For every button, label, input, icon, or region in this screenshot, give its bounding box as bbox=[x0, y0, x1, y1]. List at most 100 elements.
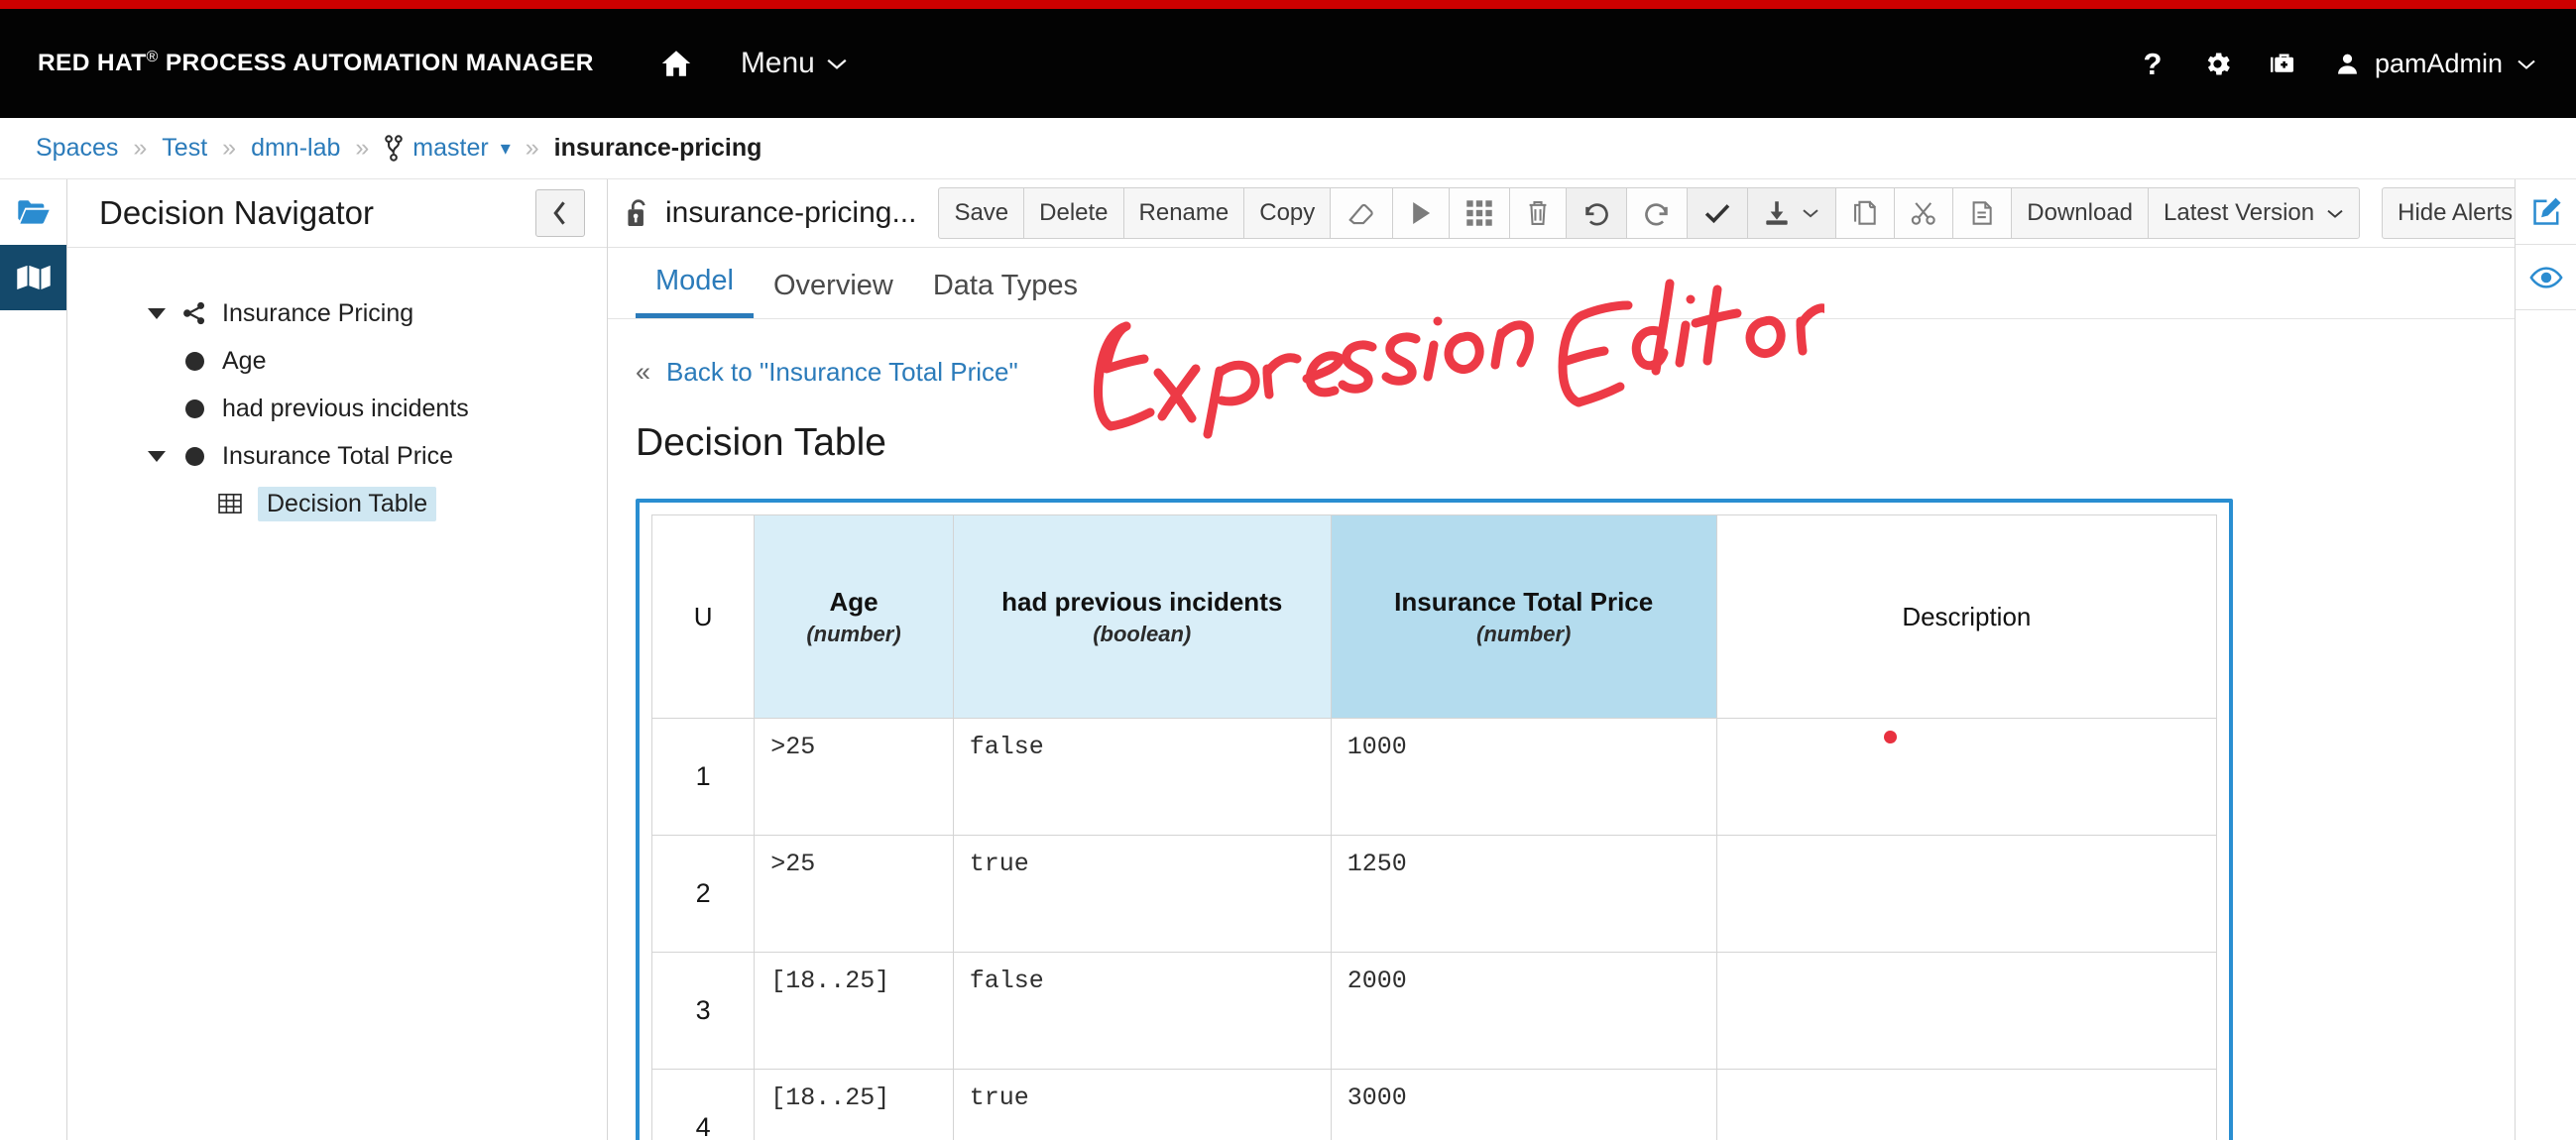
grid-dots-icon[interactable] bbox=[1449, 187, 1510, 239]
eraser-icon[interactable] bbox=[1330, 187, 1393, 239]
tree-item-insurance-total-price[interactable]: Insurance Total Price bbox=[67, 432, 607, 480]
tree-item-had-previous-incidents[interactable]: had previous incidents bbox=[67, 385, 607, 432]
cell-description[interactable] bbox=[1715, 718, 2218, 836]
cell-age[interactable]: >25 bbox=[754, 835, 954, 953]
product-brand: RED HAT® PROCESS AUTOMATION MANAGER bbox=[38, 49, 594, 77]
scissors-icon[interactable] bbox=[1894, 187, 1953, 239]
version-label: Latest Version bbox=[2164, 199, 2315, 226]
redo-icon[interactable] bbox=[1626, 187, 1688, 239]
decision-table-body: 1 >25 false 1000 2 >25 true 1250 3 [18..… bbox=[650, 718, 2218, 1140]
rename-button[interactable]: Rename bbox=[1122, 187, 1244, 239]
table-grid-icon bbox=[210, 493, 250, 514]
decision-table-container[interactable]: U Age (number) had previous incidents (b… bbox=[636, 499, 2233, 1140]
table-row: 1 >25 false 1000 bbox=[650, 718, 2218, 836]
tab-data-types[interactable]: Data Types bbox=[913, 270, 1098, 318]
cell-had-previous-incidents[interactable]: false bbox=[952, 952, 1332, 1070]
right-rail bbox=[2515, 179, 2576, 1140]
briefcase-medical-icon[interactable] bbox=[2251, 34, 2316, 93]
row-number[interactable]: 1 bbox=[650, 718, 756, 836]
lock-open-icon bbox=[626, 197, 651, 229]
menu-button[interactable]: Menu bbox=[741, 47, 848, 80]
cell-age[interactable]: [18..25] bbox=[754, 1069, 954, 1140]
circle-icon bbox=[175, 399, 214, 418]
rail-item-edit-properties[interactable] bbox=[2516, 179, 2576, 245]
copy-button[interactable]: Copy bbox=[1243, 187, 1331, 239]
gear-icon[interactable] bbox=[2185, 34, 2251, 93]
tree-item-insurance-pricing[interactable]: Insurance Pricing bbox=[67, 289, 607, 337]
decision-table-header: U Age (number) had previous incidents (b… bbox=[650, 514, 2218, 719]
rail-item-decision-navigator[interactable] bbox=[0, 245, 66, 310]
save-button[interactable]: Save bbox=[938, 187, 1024, 239]
column-header-had-previous-incidents[interactable]: had previous incidents (boolean) bbox=[952, 514, 1332, 719]
delete-button[interactable]: Delete bbox=[1023, 187, 1123, 239]
editor-toolbar: insurance-pricing... Save Delete Rename … bbox=[608, 179, 2576, 248]
home-icon[interactable] bbox=[659, 47, 693, 80]
breadcrumb-separator: » bbox=[525, 134, 539, 162]
download-save-icon[interactable] bbox=[1747, 187, 1836, 239]
help-icon[interactable]: ? bbox=[2120, 34, 2185, 93]
editor-alert-actions: Hide Alerts bbox=[2382, 187, 2529, 239]
expand-toggle-icon[interactable] bbox=[139, 450, 175, 462]
breadcrumb-item-test[interactable]: Test bbox=[162, 134, 207, 163]
collapse-panel-button[interactable] bbox=[535, 189, 585, 237]
user-name: pamAdmin bbox=[2374, 48, 2503, 78]
brand-product: PROCESS AUTOMATION MANAGER bbox=[165, 50, 594, 77]
chevron-down-icon bbox=[1803, 209, 1818, 218]
breadcrumb-item-spaces[interactable]: Spaces bbox=[36, 134, 118, 163]
tab-model[interactable]: Model bbox=[636, 265, 754, 318]
breadcrumb-item-dmn-lab[interactable]: dmn-lab bbox=[251, 134, 340, 163]
chevron-down-icon[interactable]: ▾ bbox=[501, 136, 511, 161]
cell-insurance-total-price[interactable]: 2000 bbox=[1330, 952, 1717, 1070]
table-row: 2 >25 true 1250 bbox=[650, 835, 2218, 953]
cell-age[interactable]: >25 bbox=[754, 718, 954, 836]
trash-icon[interactable] bbox=[1509, 187, 1567, 239]
column-header-insurance-total-price[interactable]: Insurance Total Price (number) bbox=[1330, 514, 1717, 719]
cell-insurance-total-price[interactable]: 1250 bbox=[1330, 835, 1717, 953]
cell-insurance-total-price[interactable]: 1000 bbox=[1330, 718, 1717, 836]
breadcrumb-item-branch[interactable]: master bbox=[412, 134, 488, 163]
check-icon[interactable] bbox=[1687, 187, 1748, 239]
decision-navigator-panel: Decision Navigator Insurance Pricing Age… bbox=[67, 179, 608, 1140]
left-rail bbox=[0, 179, 67, 1140]
row-number[interactable]: 2 bbox=[650, 835, 756, 953]
row-number[interactable]: 4 bbox=[650, 1069, 756, 1140]
rail-item-project-explorer[interactable] bbox=[0, 179, 66, 245]
brand-accent-strip bbox=[0, 0, 2576, 9]
eye-icon bbox=[2528, 266, 2563, 288]
hit-policy-header[interactable]: U bbox=[650, 514, 756, 719]
cell-description[interactable] bbox=[1715, 1069, 2218, 1140]
cell-age[interactable]: [18..25] bbox=[754, 952, 954, 1070]
duplicate-icon[interactable] bbox=[1835, 187, 1895, 239]
rail-item-preview[interactable] bbox=[2516, 245, 2576, 310]
row-number[interactable]: 3 bbox=[650, 952, 756, 1070]
expand-toggle-icon[interactable] bbox=[139, 307, 175, 319]
tree-item-age[interactable]: Age bbox=[67, 337, 607, 385]
cell-had-previous-incidents[interactable]: true bbox=[952, 835, 1332, 953]
play-icon[interactable] bbox=[1392, 187, 1450, 239]
column-header-age[interactable]: Age (number) bbox=[754, 514, 954, 719]
undo-icon[interactable] bbox=[1566, 187, 1627, 239]
cell-description[interactable] bbox=[1715, 835, 2218, 953]
navigator-header: Decision Navigator bbox=[67, 179, 607, 248]
cell-had-previous-incidents[interactable]: true bbox=[952, 1069, 1332, 1140]
user-menu[interactable]: pamAdmin bbox=[2334, 49, 2536, 79]
tree-item-decision-table[interactable]: Decision Table bbox=[67, 480, 607, 527]
cell-description[interactable] bbox=[1715, 952, 2218, 1070]
code-branch-icon bbox=[384, 135, 404, 162]
paste-icon[interactable] bbox=[1952, 187, 2012, 239]
download-button[interactable]: Download bbox=[2011, 187, 2149, 239]
cell-insurance-total-price[interactable]: 3000 bbox=[1330, 1069, 1717, 1140]
open-folder-icon bbox=[17, 200, 50, 224]
version-dropdown[interactable]: Latest Version bbox=[2148, 187, 2361, 239]
back-to-parent-link[interactable]: Back to "Insurance Total Price" bbox=[666, 357, 1018, 388]
app-root: RED HAT® PROCESS AUTOMATION MANAGER Menu… bbox=[0, 0, 2576, 1140]
back-navigation: « Back to "Insurance Total Price" bbox=[608, 357, 2515, 388]
cell-had-previous-incidents[interactable]: false bbox=[952, 718, 1332, 836]
breadcrumb-separator: » bbox=[133, 134, 148, 162]
masthead-actions: ? pamAdmin bbox=[2120, 34, 2536, 93]
back-chevron-icon: « bbox=[636, 357, 651, 387]
tab-overview[interactable]: Overview bbox=[754, 270, 913, 318]
column-header-description[interactable]: Description bbox=[1715, 514, 2218, 719]
annotation-dot bbox=[1883, 731, 1897, 743]
hide-alerts-button[interactable]: Hide Alerts bbox=[2382, 187, 2529, 239]
